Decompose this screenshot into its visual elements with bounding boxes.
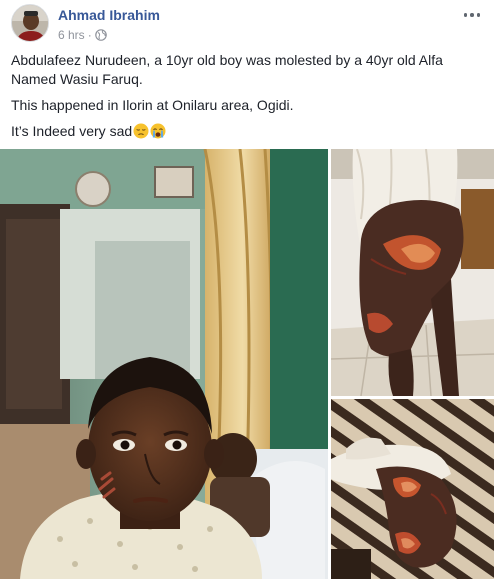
- more-options-icon[interactable]: [461, 6, 483, 24]
- post-line-3-text: It’s Indeed very sad: [11, 123, 133, 139]
- globe-icon[interactable]: [94, 29, 107, 41]
- photo-main[interactable]: [0, 149, 328, 579]
- photo-top-right[interactable]: [331, 149, 494, 396]
- post-line-3: It’s Indeed very sad: [11, 122, 487, 141]
- crying-face-icon: [150, 123, 166, 139]
- post-header: Ahmad Ibrahim 6 hrs ·: [11, 4, 491, 46]
- photo-grid: [0, 149, 494, 579]
- photo-bottom-right[interactable]: [331, 399, 494, 579]
- pensive-face-icon: [133, 123, 149, 139]
- author-name-link[interactable]: Ahmad Ibrahim: [58, 6, 160, 24]
- meta-separator: ·: [87, 28, 92, 42]
- post-line-2: This happened in Ilorin at Onilaru area,…: [11, 97, 294, 113]
- post-line-1: Abdulafeez Nurudeen, a 10yr old boy was …: [11, 52, 443, 87]
- author-avatar[interactable]: [11, 4, 49, 42]
- timestamp-link[interactable]: 6 hrs: [58, 27, 85, 43]
- post-meta: 6 hrs ·: [58, 27, 107, 43]
- post-text: Abdulafeez Nurudeen, a 10yr old boy was …: [11, 51, 487, 148]
- facebook-post: Ahmad Ibrahim 6 hrs · Abdulafeez Nurudee…: [0, 0, 494, 579]
